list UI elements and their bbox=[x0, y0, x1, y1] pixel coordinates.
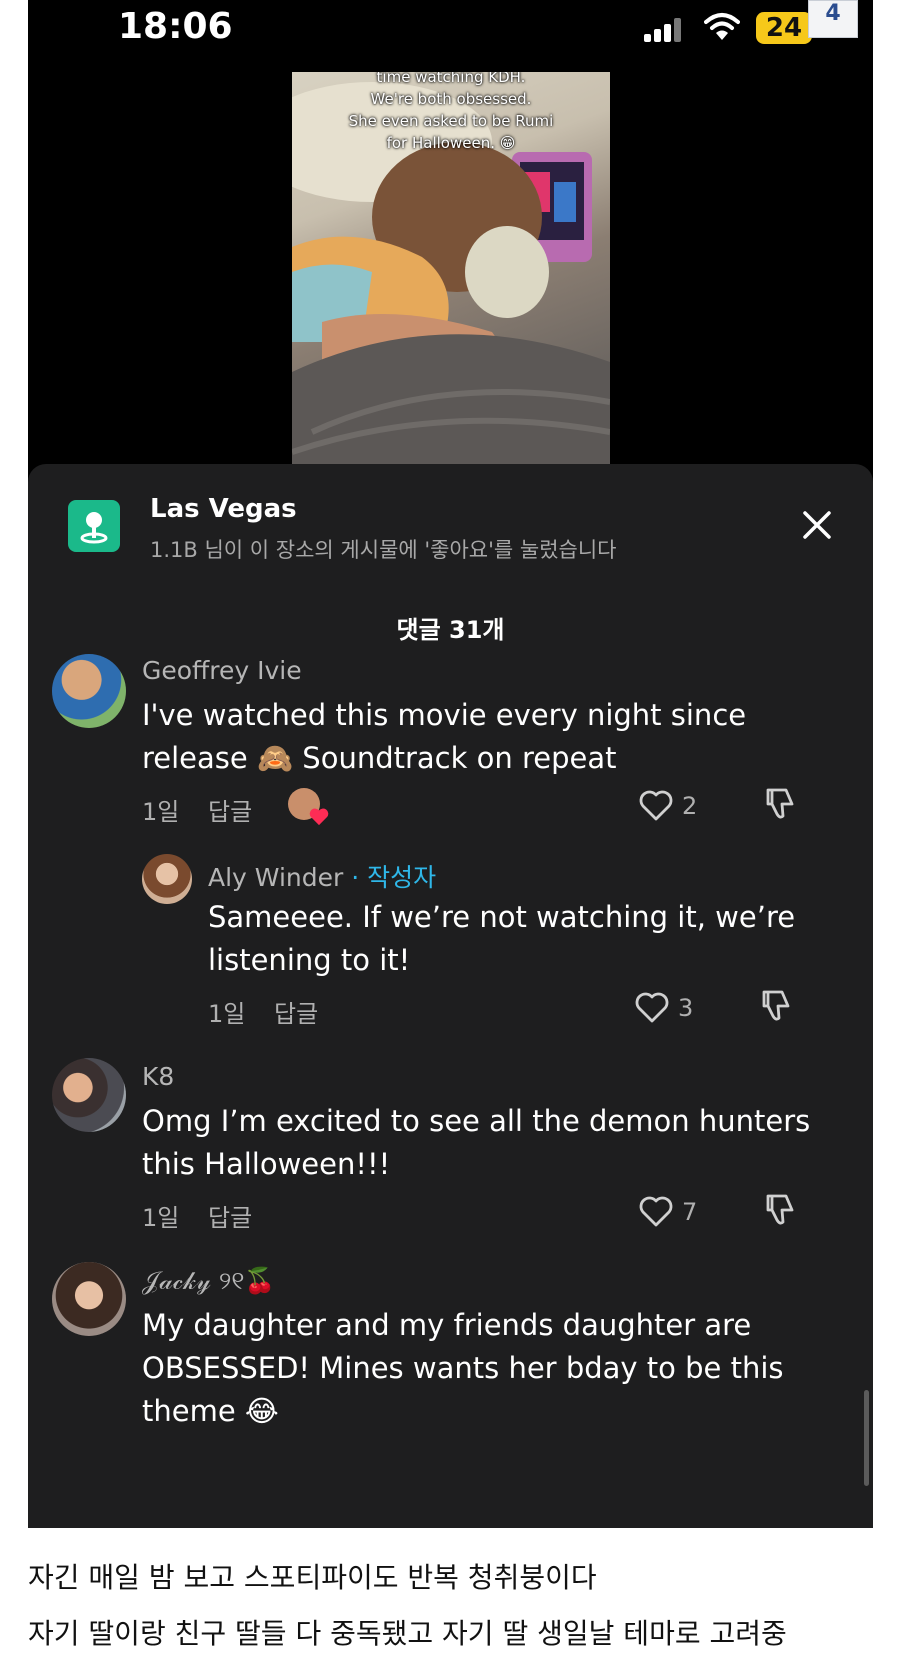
comment-line: this Halloween!!! bbox=[142, 1147, 391, 1181]
scrollbar[interactable] bbox=[864, 1390, 869, 1486]
location-subtitle: 1.1B 님이 이 장소의 게시물에 '좋아요'를 눌렀습니다 bbox=[150, 538, 617, 562]
location-title[interactable]: Las Vegas bbox=[150, 494, 297, 524]
comment-time: 1일 bbox=[142, 1204, 180, 1232]
caption-line: She even asked to be Rumi bbox=[348, 112, 554, 130]
close-icon[interactable] bbox=[800, 508, 834, 542]
like-count: 7 bbox=[682, 1198, 698, 1226]
post-text-line: 자긴 매일 밤 보고 스포티파이도 반복 청취붕이다 bbox=[28, 1561, 597, 1594]
caption-line: time watching KDH. bbox=[376, 72, 526, 86]
author-tag: · 작성자 bbox=[351, 863, 437, 892]
avatar[interactable] bbox=[142, 854, 192, 904]
video-player[interactable]: time watching KDH. We're both obsessed. … bbox=[292, 72, 610, 464]
comment-line: Sameeee. If we’re not watching it, we’re bbox=[208, 900, 796, 934]
comment-item: Geoffrey Ivie I've watched this movie ev… bbox=[28, 650, 873, 850]
comment-text: Omg I’m excited to see all the demon hun… bbox=[142, 1100, 810, 1186]
caption-line: for Halloween. 😁 bbox=[386, 134, 516, 152]
comment-username[interactable]: K8 bbox=[142, 1062, 174, 1091]
status-time: 18:06 bbox=[118, 6, 233, 47]
username-text[interactable]: Aly Winder bbox=[208, 863, 343, 892]
comment-username[interactable]: 𝒥𝒶𝒸𝓀𝓎 ୨୧🍒 bbox=[142, 1266, 276, 1296]
comment-reply-item: Aly Winder · 작성자 Sameeee. If we’re not w… bbox=[28, 854, 873, 1054]
comments-sheet: Las Vegas 1.1B 님이 이 장소의 게시물에 '좋아요'를 눌렀습니… bbox=[28, 464, 873, 1528]
comment-line: listening to it! bbox=[208, 943, 411, 977]
comment-text: Sameeee. If we’re not watching it, we’re… bbox=[208, 896, 795, 982]
caption-line: We're both obsessed. bbox=[370, 90, 532, 108]
like-heart-icon[interactable] bbox=[638, 788, 674, 822]
like-heart-icon[interactable] bbox=[634, 990, 670, 1024]
reply-button[interactable]: 답글 bbox=[274, 994, 318, 1029]
comment-username[interactable]: Geoffrey Ivie bbox=[142, 656, 302, 685]
avatar[interactable] bbox=[52, 1262, 126, 1336]
comment-line: My daughter and my friends daughter are bbox=[142, 1308, 752, 1342]
comment-line: I've watched this movie every night sinc… bbox=[142, 698, 747, 732]
reply-button[interactable]: 답글 bbox=[208, 1198, 252, 1233]
comment-count: 댓글 31개 bbox=[396, 616, 505, 644]
comment-username[interactable]: Aly Winder · 작성자 bbox=[208, 858, 436, 894]
location-pin-icon[interactable] bbox=[68, 500, 120, 552]
avatar[interactable] bbox=[52, 654, 126, 728]
reply-button[interactable]: 답글 bbox=[208, 792, 252, 827]
comment-time: 1일 bbox=[142, 798, 180, 826]
comment-line: release 🙈 Soundtrack on repeat bbox=[142, 741, 617, 775]
like-count: 2 bbox=[682, 792, 698, 820]
phone-screen: 18:06 24 time watching KDH. We're both o… bbox=[28, 0, 873, 1528]
post-text-line: 자기 딸이랑 친구 딸들 다 중독됐고 자기 딸 생일날 테마로 고려중 bbox=[28, 1617, 787, 1650]
comment-time: 1일 bbox=[208, 1000, 246, 1028]
comment-text: My daughter and my friends daughter are … bbox=[142, 1304, 784, 1433]
comment-item: K8 Omg I’m excited to see all the demon … bbox=[28, 1058, 873, 1258]
like-count: 3 bbox=[678, 994, 694, 1022]
dislike-icon[interactable] bbox=[762, 786, 796, 822]
comment-item: 𝒥𝒶𝒸𝓀𝓎 ୨୧🍒 My daughter and my friends dau… bbox=[28, 1262, 873, 1528]
wifi-icon bbox=[704, 13, 740, 40]
like-heart-icon[interactable] bbox=[638, 1194, 674, 1228]
avatar[interactable] bbox=[52, 1058, 126, 1132]
heart-badge-icon bbox=[309, 808, 329, 826]
comment-text: I've watched this movie every night sinc… bbox=[142, 694, 746, 780]
battery-indicator: 24 bbox=[756, 12, 812, 44]
signal-icon bbox=[644, 18, 684, 42]
comment-line: Omg I’m excited to see all the demon hun… bbox=[142, 1104, 811, 1138]
dislike-icon[interactable] bbox=[758, 988, 792, 1024]
dislike-icon[interactable] bbox=[762, 1192, 796, 1228]
comment-line: OBSESSED! Mines wants her bday to be thi… bbox=[142, 1351, 784, 1385]
video-caption: time watching KDH. We're both obsessed. … bbox=[292, 72, 610, 154]
comment-line: theme 😂 bbox=[142, 1394, 279, 1428]
page-badge: 4 bbox=[808, 0, 858, 38]
